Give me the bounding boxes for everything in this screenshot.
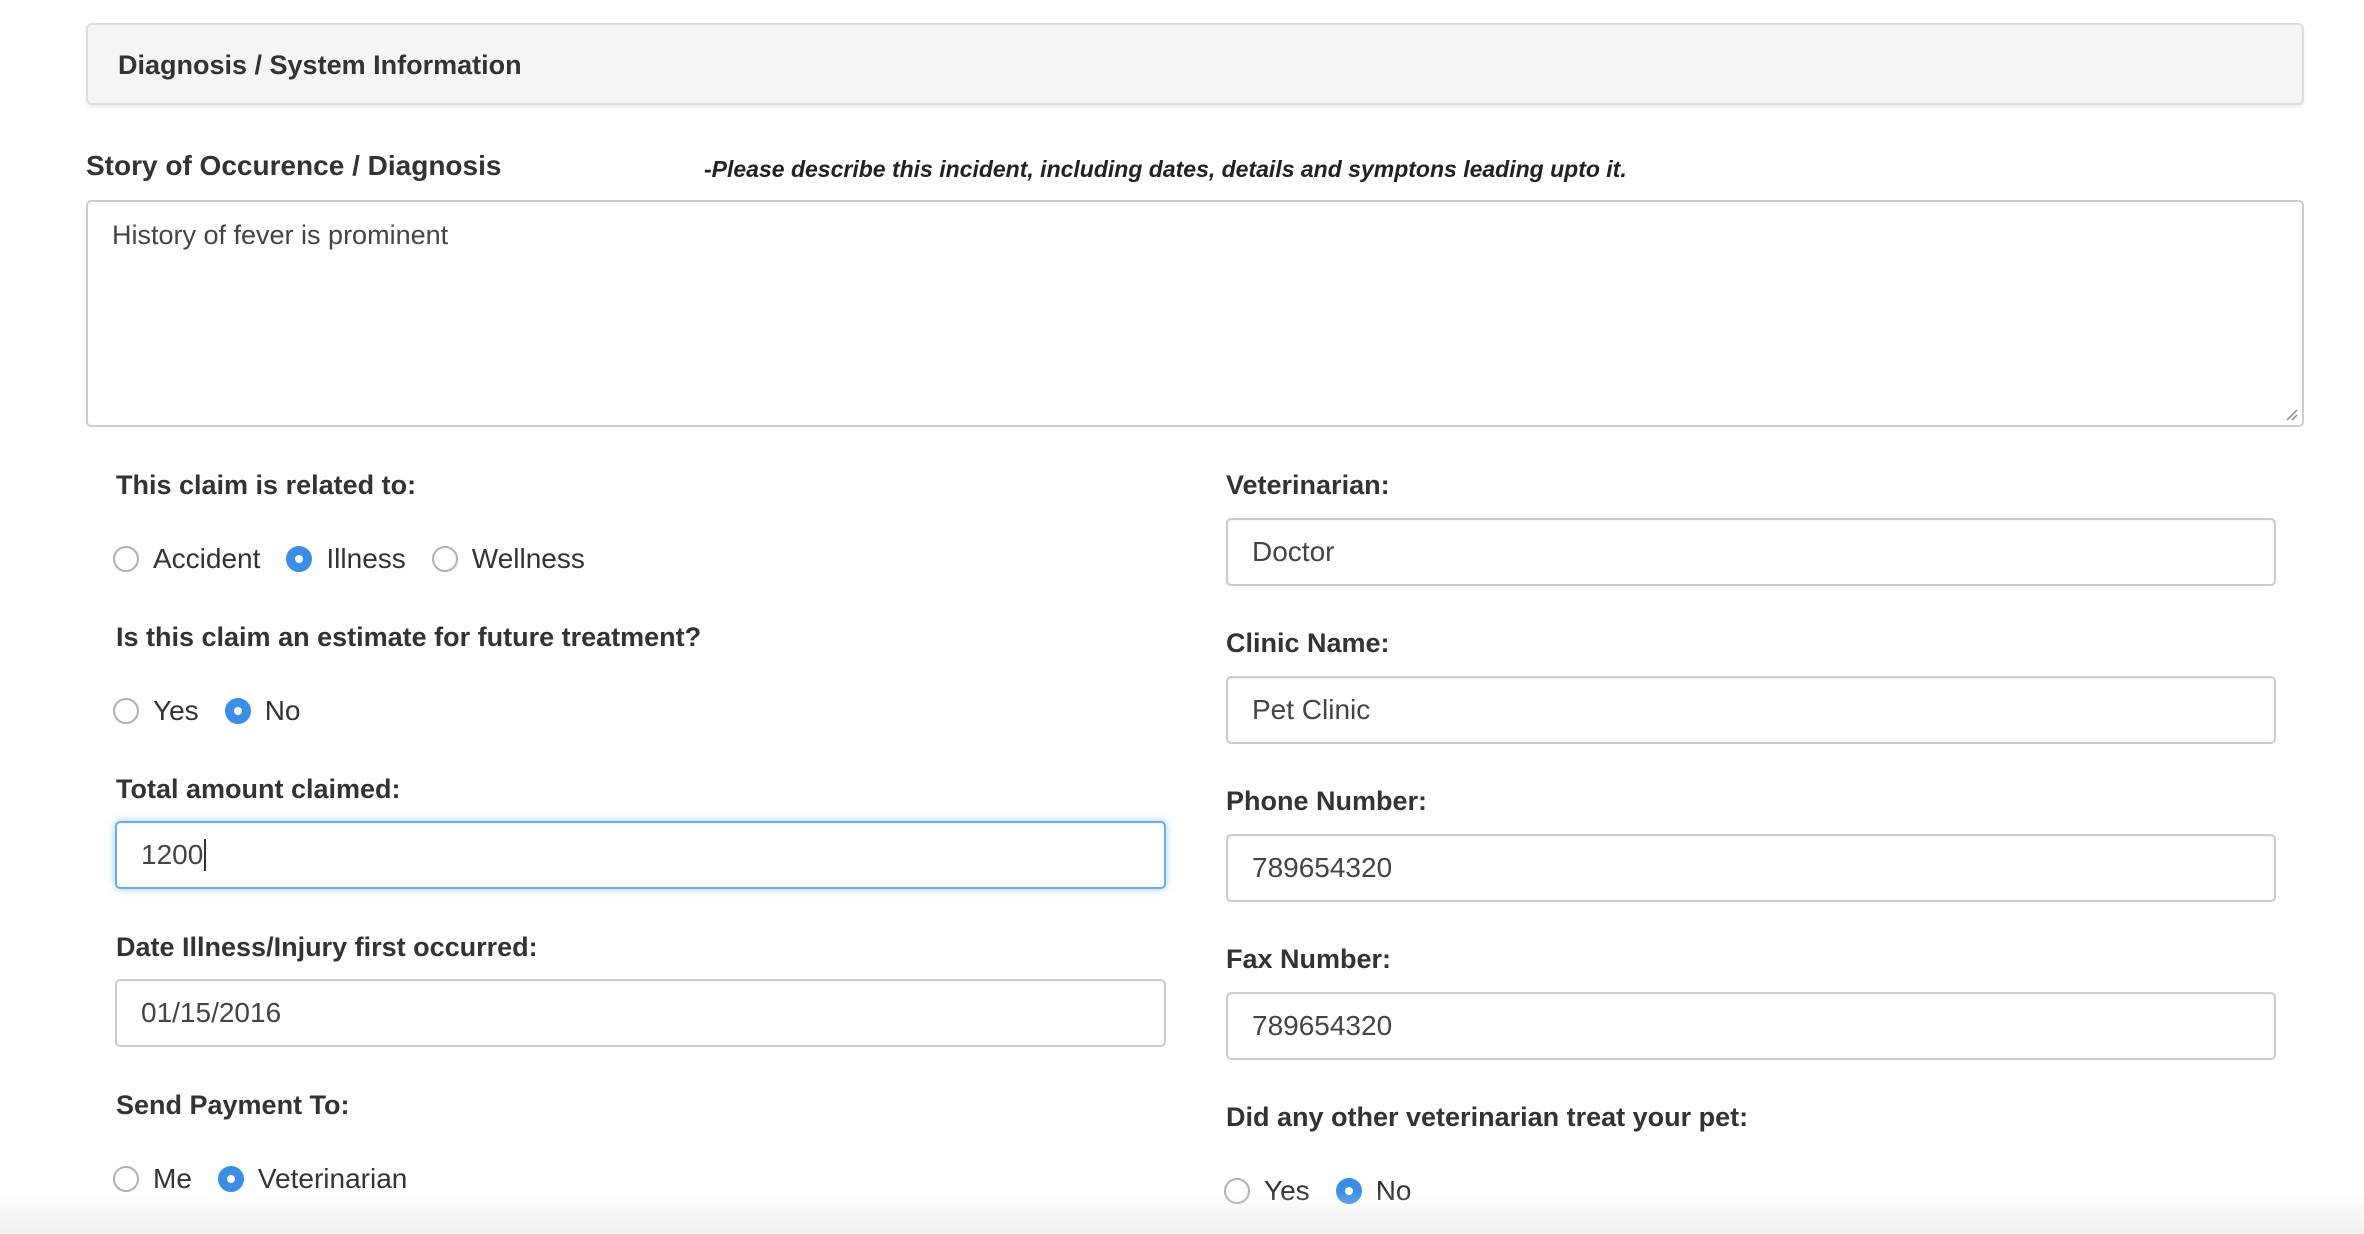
date-label: Date Illness/Injury first occurred: bbox=[116, 932, 538, 962]
bottom-fade bbox=[0, 1190, 2364, 1234]
related-option-wellness[interactable]: Wellness bbox=[431, 543, 585, 575]
clinic-name-value: Pet Clinic bbox=[1252, 694, 1371, 725]
date-occurred-value: 01/15/2016 bbox=[141, 997, 282, 1028]
other-vet-label: Did any other veterinarian treat your pe… bbox=[1226, 1102, 1749, 1132]
fax-number-input[interactable]: 789654320 bbox=[1226, 992, 2276, 1060]
fax-number-value: 789654320 bbox=[1252, 1010, 1393, 1041]
story-textarea[interactable]: History of fever is prominent bbox=[86, 200, 2304, 427]
radio-illness[interactable] bbox=[286, 546, 313, 572]
payment-label: Send Payment To: bbox=[116, 1090, 350, 1120]
section-header: Diagnosis / System Information bbox=[86, 23, 2304, 105]
story-hint: -Please describe this incident, includin… bbox=[704, 156, 1627, 182]
radio-estimate-yes[interactable] bbox=[113, 698, 139, 724]
clinic-name-input[interactable]: Pet Clinic bbox=[1226, 676, 2276, 744]
radio-label-illness: Illness bbox=[326, 543, 406, 574]
related-radio-group: Accident Illness Wellness bbox=[113, 540, 611, 578]
clinic-label: Clinic Name: bbox=[1226, 628, 1390, 658]
fax-label: Fax Number: bbox=[1226, 944, 1392, 974]
radio-payment-veterinarian[interactable] bbox=[217, 1166, 244, 1192]
phone-number-value: 789654320 bbox=[1252, 852, 1393, 883]
radio-label-estimate-yes: Yes bbox=[153, 695, 199, 726]
phone-label: Phone Number: bbox=[1226, 786, 1428, 816]
date-occurred-input[interactable]: 01/15/2016 bbox=[115, 979, 1166, 1047]
radio-label-accident: Accident bbox=[153, 543, 261, 574]
related-label: This claim is related to: bbox=[116, 470, 417, 500]
radio-estimate-no[interactable] bbox=[224, 698, 251, 724]
radio-label-wellness: Wellness bbox=[471, 543, 585, 574]
total-amount-input[interactable]: 1200 bbox=[115, 821, 1166, 889]
related-option-accident[interactable]: Accident bbox=[113, 543, 260, 575]
estimate-option-no[interactable]: No bbox=[224, 695, 301, 727]
total-amount-value: 1200 bbox=[141, 839, 204, 870]
radio-payment-me[interactable] bbox=[113, 1166, 139, 1192]
estimate-option-yes[interactable]: Yes bbox=[113, 695, 199, 727]
section-title: Diagnosis / System Information bbox=[118, 50, 522, 80]
estimate-radio-group: Yes No bbox=[113, 692, 326, 730]
radio-accident[interactable] bbox=[113, 546, 139, 572]
resize-grip-icon[interactable] bbox=[2284, 407, 2298, 421]
vet-label: Veterinarian: bbox=[1226, 470, 1390, 500]
phone-number-input[interactable]: 789654320 bbox=[1226, 834, 2276, 902]
veterinarian-input[interactable]: Doctor bbox=[1226, 518, 2276, 586]
story-label: Story of Occurence / Diagnosis bbox=[86, 150, 502, 181]
story-text: History of fever is prominent bbox=[112, 220, 449, 250]
related-option-illness[interactable]: Illness bbox=[286, 543, 406, 575]
veterinarian-value: Doctor bbox=[1252, 536, 1335, 567]
estimate-label: Is this claim an estimate for future tre… bbox=[116, 622, 702, 652]
text-caret bbox=[204, 838, 207, 871]
radio-wellness[interactable] bbox=[431, 546, 458, 572]
total-label: Total amount claimed: bbox=[116, 774, 401, 804]
radio-label-estimate-no: No bbox=[264, 695, 301, 726]
